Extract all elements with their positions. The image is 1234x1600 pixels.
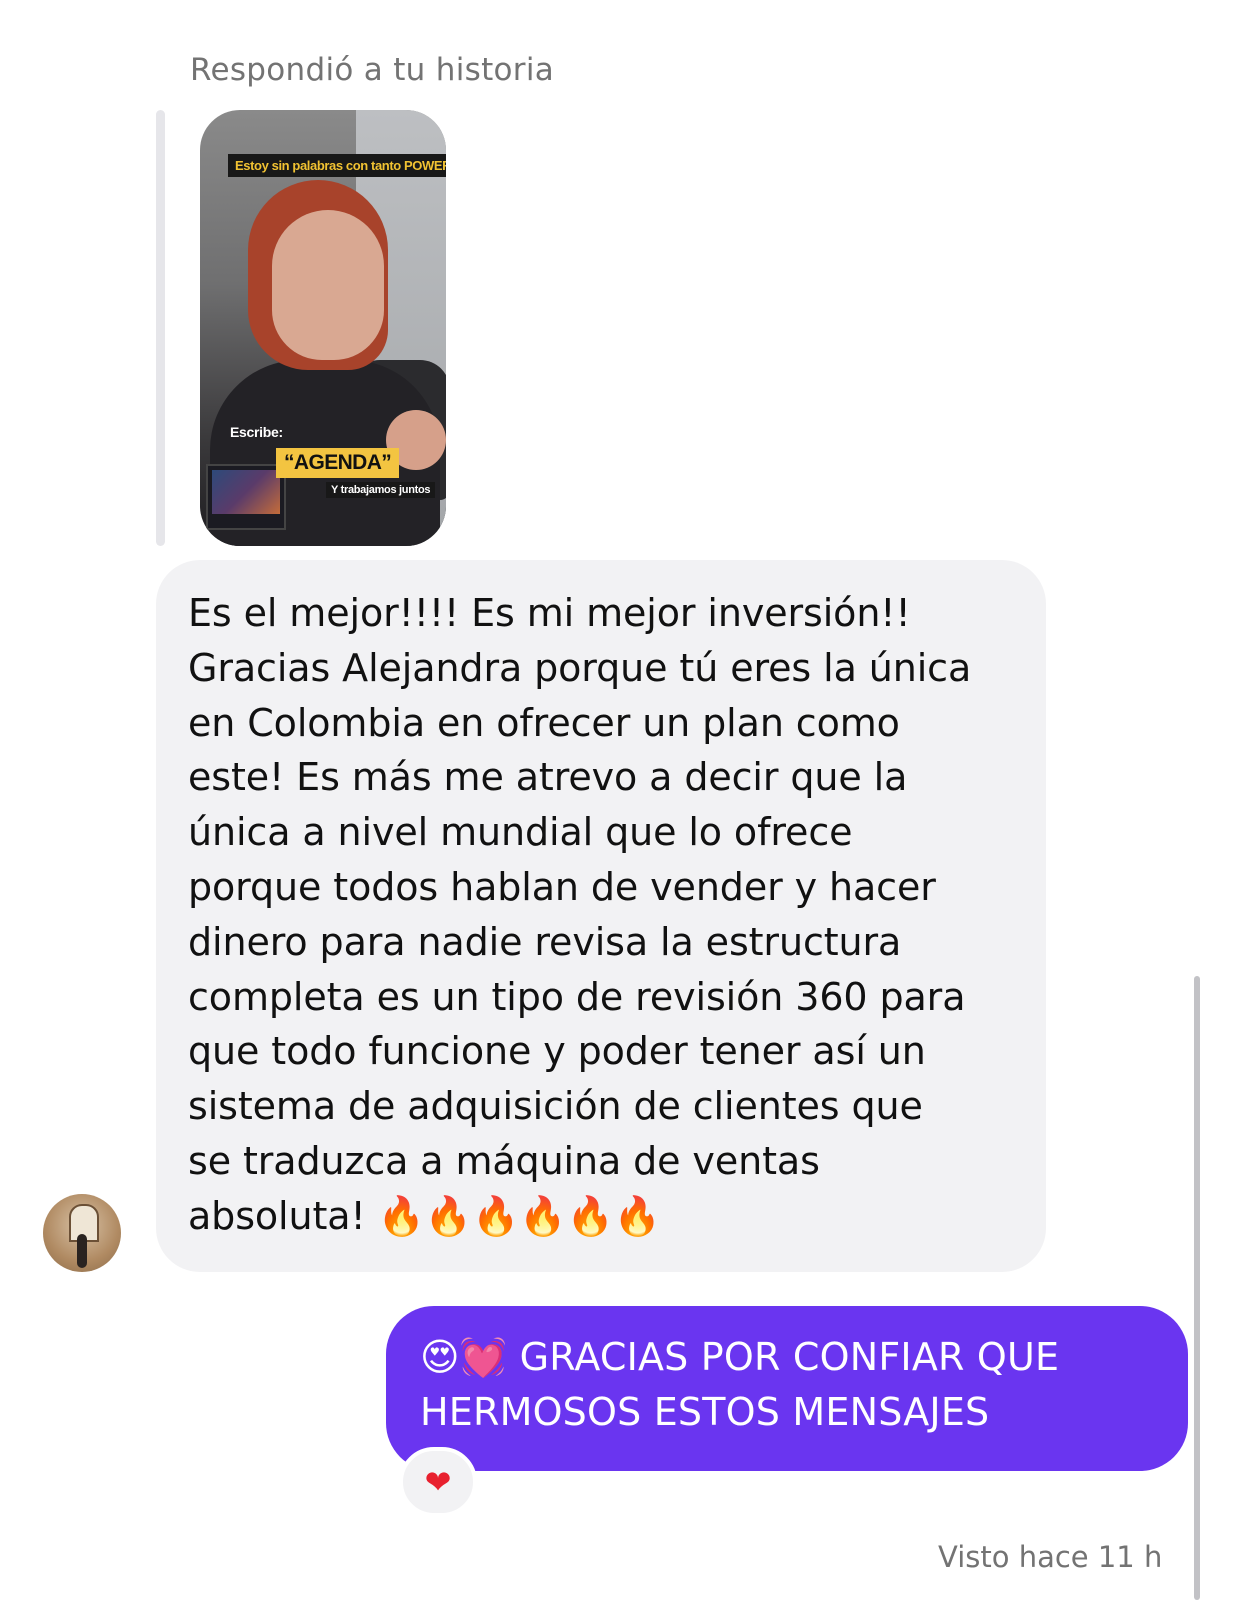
story-overlay-top: Estoy sin palabras con tanto POWER! <box>228 154 446 177</box>
story-overlay-bottom: Y trabajamos juntos <box>326 482 436 498</box>
story-laptop <box>206 464 286 530</box>
scrollbar[interactable] <box>1194 976 1200 1600</box>
outgoing-message-bubble[interactable]: 😍💓 GRACIAS POR CONFIAR QUE HERMOSOS ESTO… <box>386 1306 1188 1471</box>
heart-reaction-icon[interactable]: ❤ <box>399 1447 477 1517</box>
incoming-message-text: Es el mejor!!!! Es mi mejor inversión!! … <box>188 591 972 1238</box>
incoming-message-bubble[interactable]: Es el mejor!!!! Es mi mejor inversión!! … <box>156 560 1046 1272</box>
story-overlay-keyword: “AGENDA” <box>276 448 400 478</box>
outgoing-message-text: 😍💓 GRACIAS POR CONFIAR QUE HERMOSOS ESTO… <box>420 1335 1060 1434</box>
story-reply-caption: Respondió a tu historia <box>190 52 555 88</box>
seen-status: Visto hace 11 h <box>938 1540 1163 1574</box>
avatar-figure <box>77 1234 87 1268</box>
chat-thread: Respondió a tu historia Estoy sin palabr… <box>0 0 1234 1600</box>
story-person-face <box>272 210 384 360</box>
story-overlay-write: Escribe: <box>230 424 283 440</box>
story-thumbnail[interactable]: Estoy sin palabras con tanto POWER! Escr… <box>200 110 446 546</box>
sender-avatar[interactable] <box>43 1194 121 1272</box>
story-quote-bar <box>156 110 165 546</box>
